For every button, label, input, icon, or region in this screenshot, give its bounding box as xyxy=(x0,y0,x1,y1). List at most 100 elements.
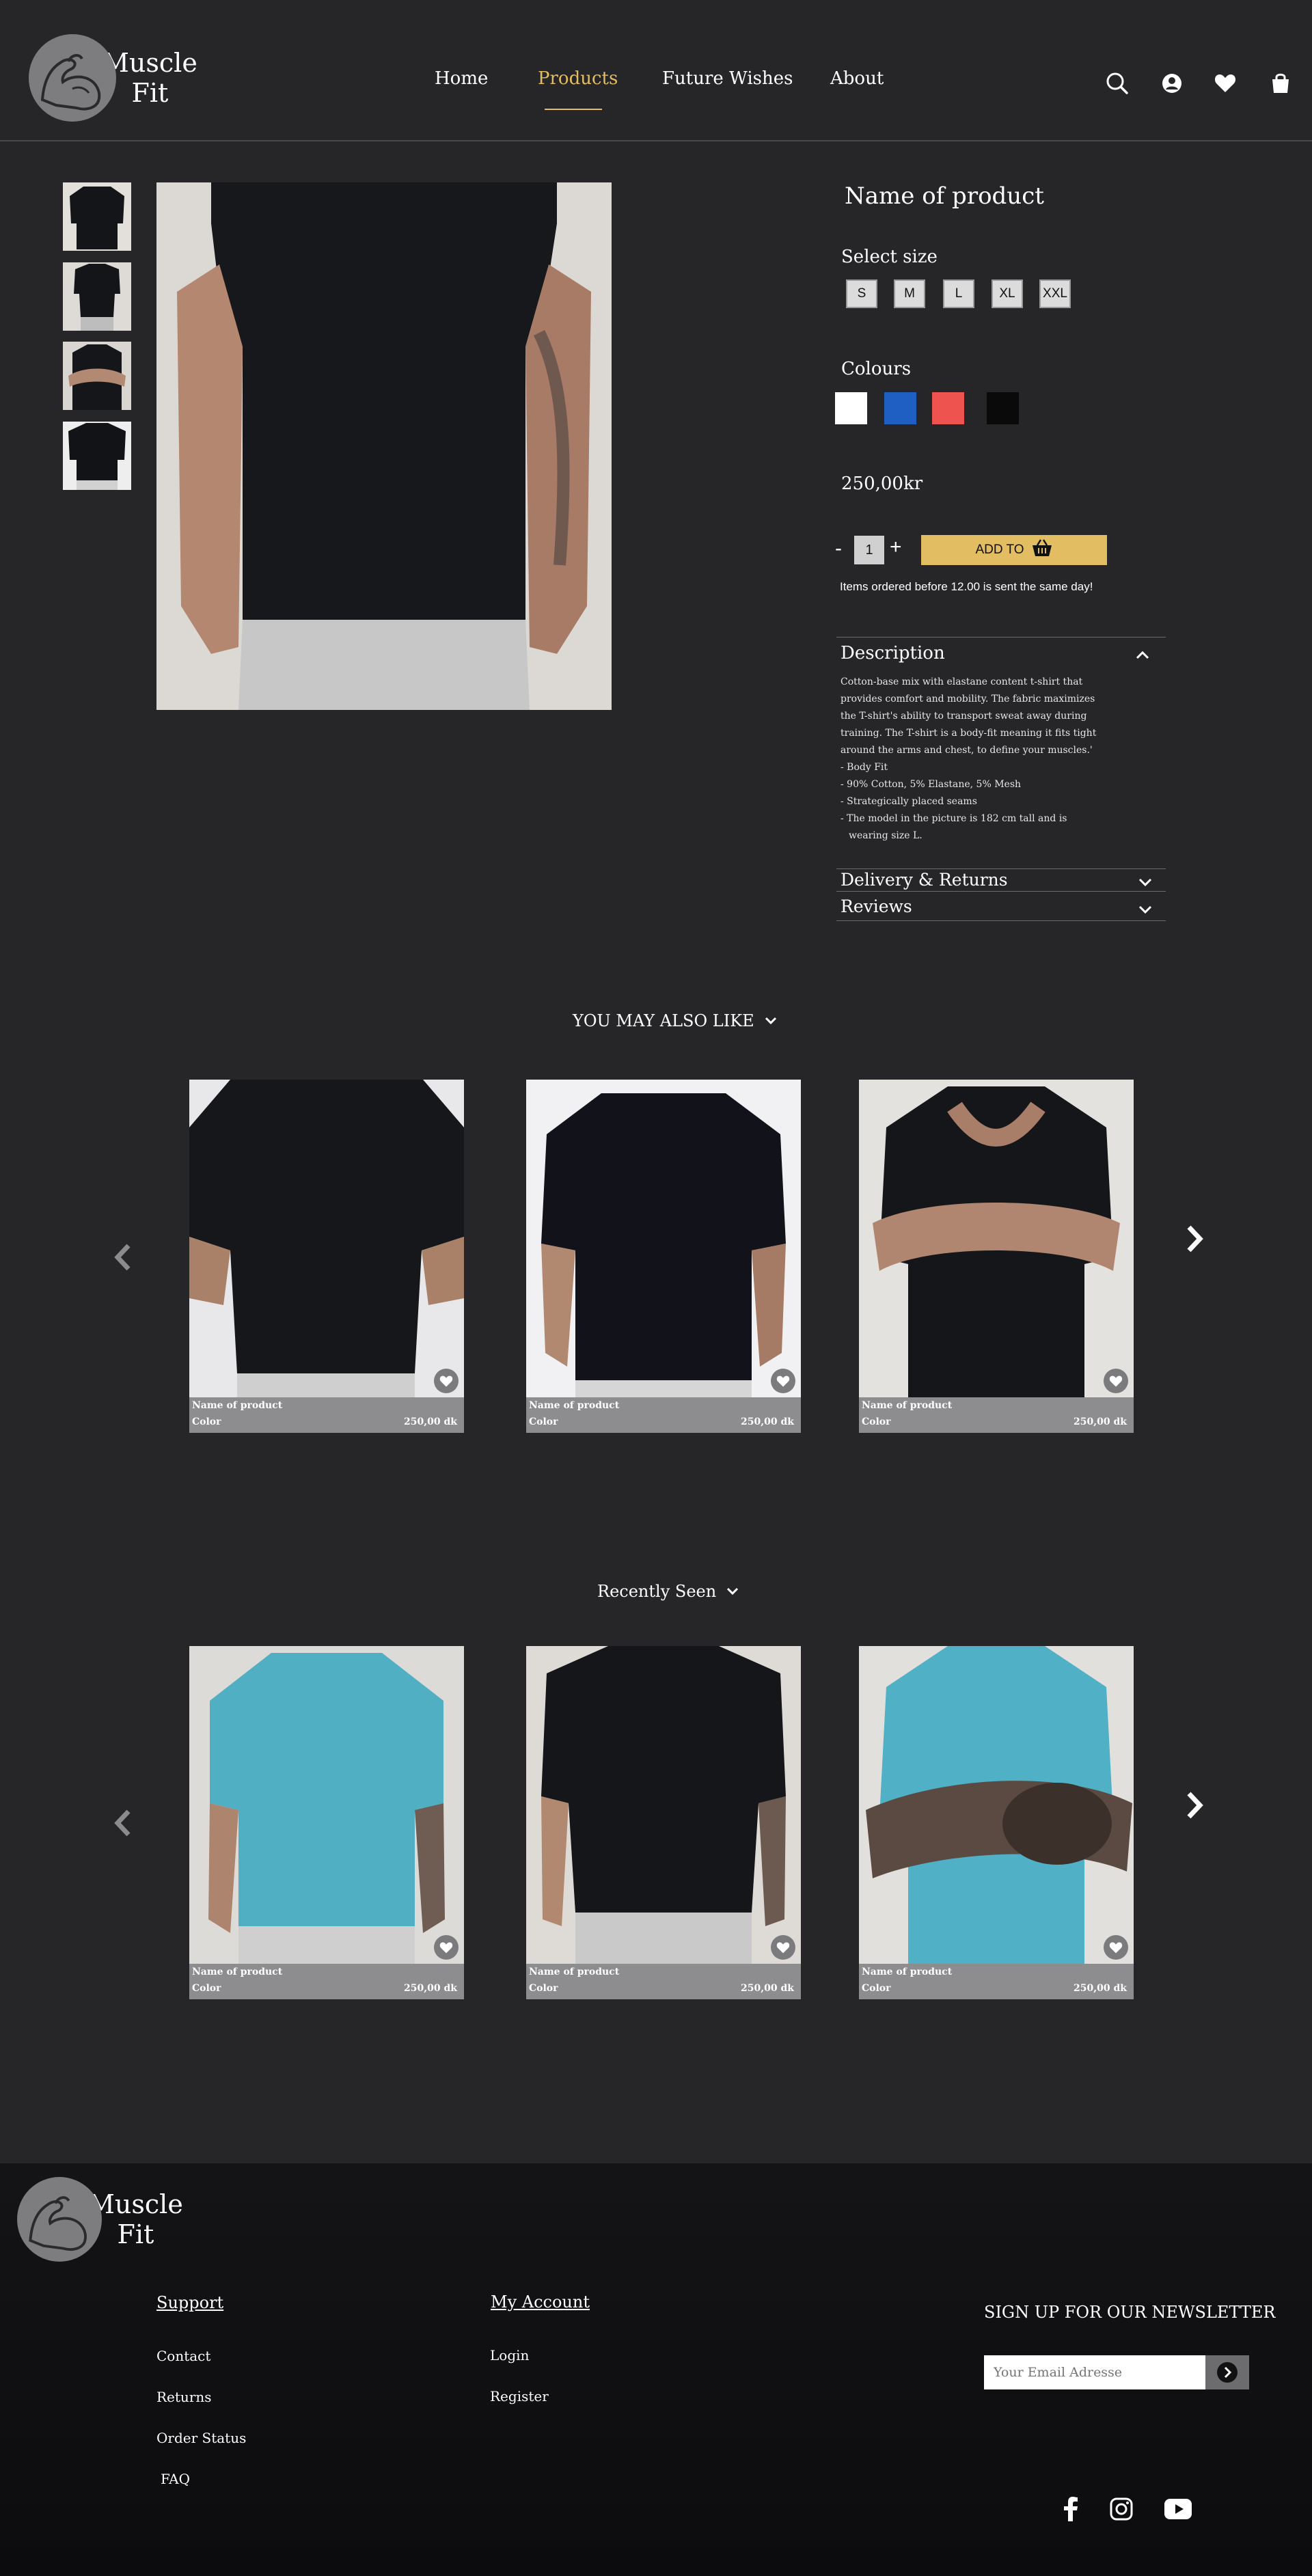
youtube-icon[interactable] xyxy=(1164,2499,1192,2522)
favorite-heart-icon[interactable] xyxy=(771,1369,795,1393)
add-to-cart-label: ADD TO xyxy=(975,543,1024,557)
product-name: Name of product xyxy=(845,182,1044,210)
nav-about[interactable]: About xyxy=(830,68,884,89)
product-card-price: 250,00 dk xyxy=(1074,1416,1127,1427)
heart-icon[interactable] xyxy=(1213,71,1238,96)
nav-active-indicator xyxy=(545,109,602,110)
product-card-price: 250,00 dk xyxy=(404,1416,457,1427)
footer-link-contact[interactable]: Contact xyxy=(156,2348,210,2364)
favorite-heart-icon[interactable] xyxy=(1104,1935,1128,1960)
also-like-heading[interactable]: YOU MAY ALSO LIKE xyxy=(573,1011,778,1030)
quantity-decrease-button[interactable]: - xyxy=(835,537,842,560)
my-account-heading[interactable]: My Account xyxy=(491,2292,590,2312)
favorite-heart-icon[interactable] xyxy=(1104,1369,1128,1393)
brand-name-line1: Muscle xyxy=(102,48,197,78)
footer-link-order-status[interactable]: Order Status xyxy=(156,2430,246,2446)
product-card-color: Color xyxy=(862,1416,891,1427)
carousel-next-arrow-icon[interactable] xyxy=(1181,1222,1208,1256)
basket-icon xyxy=(1031,538,1053,562)
colour-swatch-white[interactable] xyxy=(835,392,867,424)
search-icon[interactable] xyxy=(1105,71,1130,96)
delivery-returns-title[interactable]: Delivery & Returns xyxy=(840,870,1008,890)
footer-link-register[interactable]: Register xyxy=(490,2388,549,2404)
product-price: 250,00kr xyxy=(841,474,923,494)
carousel-prev-arrow-icon[interactable] xyxy=(109,1806,137,1840)
product-card-info: Name of product Color 250,00 dk xyxy=(859,1397,1134,1433)
add-to-cart-button[interactable]: ADD TO xyxy=(921,535,1107,565)
support-heading[interactable]: Support xyxy=(156,2293,223,2312)
product-card-name: Name of product xyxy=(862,1400,953,1411)
shopping-bag-icon[interactable] xyxy=(1268,71,1293,96)
footer-brand-logo[interactable]: Muscle Fit xyxy=(17,2177,183,2262)
select-size-label: Select size xyxy=(841,247,938,267)
product-card-name: Name of product xyxy=(529,1400,620,1411)
thumbnail-front[interactable] xyxy=(63,182,131,251)
brand-name: Muscle Fit xyxy=(88,2189,183,2249)
product-card-image xyxy=(526,1080,801,1397)
thumbnail-back[interactable] xyxy=(63,422,131,490)
newsletter-title: SIGN UP FOR OUR NEWSLETTER xyxy=(984,2303,1276,2322)
product-card[interactable]: Name of product Color 250,00 dk xyxy=(526,1646,801,1999)
product-card[interactable]: Name of product Color 250,00 dk xyxy=(189,1646,464,1999)
nav-home[interactable]: Home xyxy=(435,68,488,89)
carousel-prev-arrow-icon[interactable] xyxy=(109,1240,137,1274)
colour-swatch-black[interactable] xyxy=(987,392,1019,424)
size-button-l[interactable]: L xyxy=(943,279,974,308)
quantity-increase-button[interactable]: + xyxy=(890,536,902,559)
size-button-s[interactable]: S xyxy=(846,279,877,308)
chevron-down-icon xyxy=(727,1587,739,1595)
favorite-heart-icon[interactable] xyxy=(434,1369,459,1393)
chevron-down-icon[interactable] xyxy=(1137,904,1153,918)
user-icon[interactable] xyxy=(1160,71,1184,96)
product-card-color: Color xyxy=(529,1416,558,1427)
size-button-m[interactable]: M xyxy=(894,279,925,308)
reviews-title[interactable]: Reviews xyxy=(840,896,912,916)
thumbnail-front-full[interactable] xyxy=(63,262,131,331)
nav-products[interactable]: Products xyxy=(538,68,618,89)
site-header: Muscle Fit Home Products Future Wishes A… xyxy=(0,0,1312,141)
same-day-shipping-note: Items ordered before 12.00 is sent the s… xyxy=(840,580,1093,593)
flexed-arm-logo-icon xyxy=(17,2177,102,2262)
footer-link-login[interactable]: Login xyxy=(490,2347,529,2363)
carousel-next-arrow-icon[interactable] xyxy=(1181,1788,1208,1822)
product-card[interactable]: Name of product Color 250,00 dk xyxy=(189,1080,464,1433)
quantity-input[interactable]: 1 xyxy=(854,536,884,564)
product-card-name: Name of product xyxy=(529,1967,620,1977)
description-bullet: - The model in the picture is 182 cm tal… xyxy=(840,813,1067,824)
product-card-name: Name of product xyxy=(862,1967,953,1977)
newsletter-submit-button[interactable] xyxy=(1205,2355,1249,2389)
description-title[interactable]: Description xyxy=(840,643,945,663)
colours-label: Colours xyxy=(841,359,912,379)
colour-swatch-red[interactable] xyxy=(932,392,964,424)
chevron-down-icon[interactable] xyxy=(1137,877,1153,890)
flexed-arm-logo-icon xyxy=(29,34,116,122)
product-card-image xyxy=(189,1080,464,1397)
nav-future-wishes[interactable]: Future Wishes xyxy=(662,68,793,89)
product-card-image xyxy=(526,1646,801,1964)
product-card[interactable]: Name of product Color 250,00 dk xyxy=(859,1646,1134,1999)
product-card-info: Name of product Color 250,00 dk xyxy=(526,1964,801,1999)
thumbnail-arms-crossed[interactable] xyxy=(63,342,131,410)
description-divider xyxy=(836,637,1166,638)
instagram-icon[interactable] xyxy=(1110,2497,1133,2523)
product-card[interactable]: Name of product Color 250,00 dk xyxy=(526,1080,801,1433)
footer-link-returns[interactable]: Returns xyxy=(156,2389,212,2405)
recently-seen-title: Recently Seen xyxy=(597,1582,717,1601)
chevron-up-icon[interactable] xyxy=(1134,649,1151,663)
site-footer: Muscle Fit Support Contact Returns Order… xyxy=(0,2163,1312,2576)
newsletter-email-input[interactable] xyxy=(984,2355,1205,2389)
product-card-info: Name of product Color 250,00 dk xyxy=(189,1397,464,1433)
favorite-heart-icon[interactable] xyxy=(771,1935,795,1960)
brand-logo[interactable]: Muscle Fit xyxy=(29,34,197,122)
favorite-heart-icon[interactable] xyxy=(434,1935,459,1960)
product-card-name: Name of product xyxy=(192,1967,283,1977)
product-card[interactable]: Name of product Color 250,00 dk xyxy=(859,1080,1134,1433)
colour-swatch-blue[interactable] xyxy=(884,392,916,424)
product-card-info: Name of product Color 250,00 dk xyxy=(526,1397,801,1433)
facebook-icon[interactable] xyxy=(1061,2497,1080,2524)
brand-name: Muscle Fit xyxy=(102,48,197,108)
footer-link-faq[interactable]: FAQ xyxy=(161,2471,190,2487)
size-button-xxl[interactable]: XXL xyxy=(1039,279,1071,308)
size-button-xl[interactable]: XL xyxy=(992,279,1023,308)
recently-seen-heading[interactable]: Recently Seen xyxy=(597,1582,739,1601)
